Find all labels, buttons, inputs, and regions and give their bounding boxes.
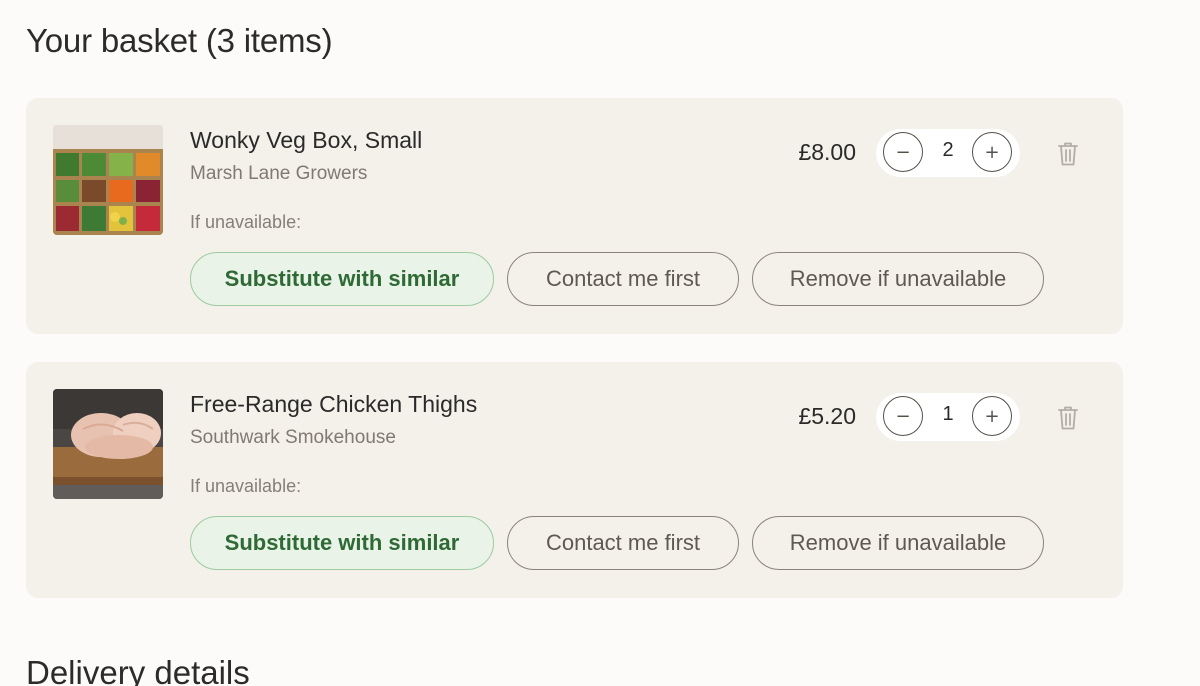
quantity-value: 2: [942, 139, 954, 161]
remove-option-button[interactable]: Remove if unavailable: [752, 252, 1044, 306]
item-vendor: Southwark Smokehouse: [190, 427, 396, 448]
chicken-thighs-image: [53, 389, 163, 499]
trash-icon[interactable]: [1057, 405, 1079, 431]
unavailable-label: If unavailable:: [190, 212, 302, 232]
decrease-quantity-button[interactable]: −: [883, 396, 923, 436]
contact-me-option-button[interactable]: Contact me first: [507, 252, 739, 306]
item-name: Free-Range Chicken Thighs: [190, 391, 478, 417]
unavailable-label: If unavailable:: [190, 476, 302, 496]
substitute-option-button[interactable]: Substitute with similar: [190, 516, 494, 570]
quantity-value: 1: [942, 403, 954, 425]
remove-option-button[interactable]: Remove if unavailable: [752, 516, 1044, 570]
contact-me-option-button[interactable]: Contact me first: [507, 516, 739, 570]
trash-icon[interactable]: [1057, 141, 1079, 167]
delivery-details-title: Delivery details: [26, 654, 250, 686]
increase-quantity-button[interactable]: +: [972, 132, 1012, 172]
quantity-stepper: − 1 +: [876, 393, 1020, 441]
item-vendor: Marsh Lane Growers: [190, 163, 368, 184]
item-price: £8.00: [798, 139, 856, 165]
decrease-quantity-button[interactable]: −: [883, 132, 923, 172]
item-price: £5.20: [798, 403, 856, 429]
increase-quantity-button[interactable]: +: [972, 396, 1012, 436]
item-name: Wonky Veg Box, Small: [190, 127, 423, 153]
substitute-option-button[interactable]: Substitute with similar: [190, 252, 494, 306]
basket-page: Your basket (3 items) Wonky Veg Box, Sma…: [0, 0, 1200, 686]
basket-item-card: Wonky Veg Box, Small Marsh Lane Growers …: [26, 98, 1123, 334]
quantity-stepper: − 2 +: [876, 129, 1020, 177]
veg-box-image: [53, 125, 163, 235]
basket-title: Your basket (3 items): [26, 22, 333, 59]
basket-item-card: Free-Range Chicken Thighs Southwark Smok…: [26, 362, 1123, 598]
